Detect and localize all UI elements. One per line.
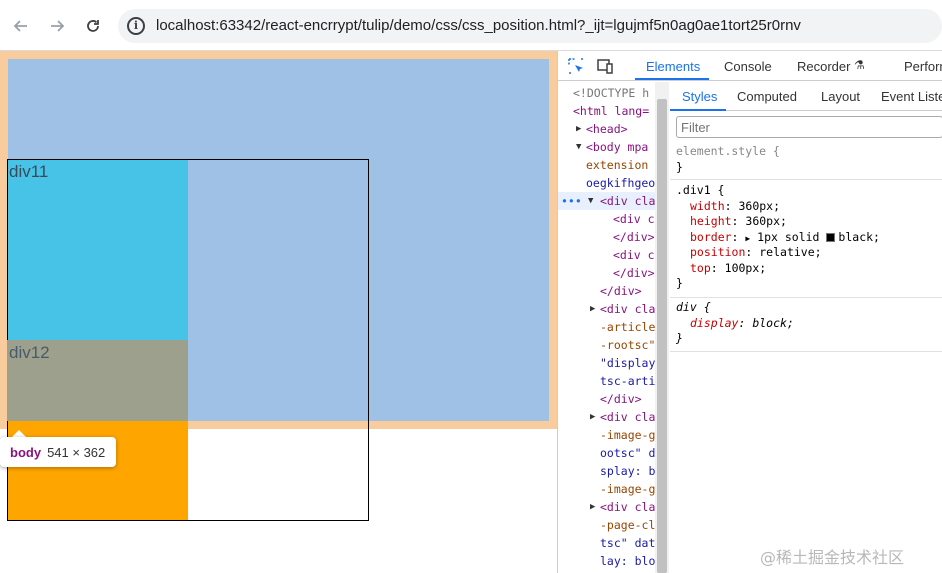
rule-selector: div { [676,300,711,314]
caret-down-icon[interactable]: ▼ [588,192,593,210]
rule-width[interactable]: width: 360px; [676,199,880,215]
tree-node[interactable]: splay: b [600,462,655,480]
tooltip-dims: 541 × 362 [47,445,106,460]
browser-toolbar: i localhost:63342/react-encrrypt/tulip/d… [0,0,942,51]
styles-filter-input[interactable]: Filter [676,116,942,138]
tooltip-arrow [12,430,26,437]
rule-divider [670,351,942,352]
tree-node[interactable]: <div c [613,246,655,264]
rule-close: } [676,331,683,345]
tree-node[interactable]: -image-g [600,480,655,498]
active-tab-indicator [635,78,709,80]
flask-icon: ⚗ [854,58,865,72]
page-viewport: div11 div12 body 541 × 362 [0,51,557,573]
rule-position[interactable]: position: relative; [676,245,880,261]
tree-node[interactable]: <head> [586,120,628,138]
rule-selector: .div1 { [676,183,725,197]
tree-node[interactable]: oegkifhgeo [586,174,655,192]
devtools-panel: Elements Console Recorder ⚗ Perform <!DO… [557,51,942,573]
tree-node[interactable]: <html lang= [573,102,649,120]
caret-right-icon[interactable]: ▶ [590,498,595,516]
rule-selector: element.style { [676,144,780,158]
tree-node[interactable]: tsc" dat [600,534,655,552]
rule-border[interactable]: border: ▶ 1px solid black; [676,230,880,246]
styles-tabs: Styles Computed Layout Event Liste [670,82,942,111]
styles-pane: Styles Computed Layout Event Liste Filte… [670,82,942,573]
tree-node[interactable]: </div> [613,228,655,246]
tree-node[interactable]: </div> [600,390,642,408]
div11-box: div11 [8,160,188,340]
tree-node[interactable]: extension [586,156,648,174]
tab-recorder[interactable]: Recorder [797,59,850,74]
caret-down-icon[interactable]: ▼ [576,138,581,156]
caret-right-icon[interactable]: ▶ [745,234,750,243]
caret-right-icon[interactable]: ▶ [590,300,595,318]
arrow-right-icon[interactable] [44,13,70,39]
tree-node[interactable]: <div cla [600,498,655,516]
inspect-tooltip: body 541 × 362 [0,437,116,467]
tree-node[interactable]: ootsc" d [600,444,655,462]
tree-node[interactable]: <div c [613,210,655,228]
arrow-left-icon[interactable] [8,13,34,39]
tree-node[interactable]: lay: blo [600,552,655,570]
caret-right-icon[interactable]: ▶ [590,408,595,426]
rule-close: } [676,276,683,290]
div-ua-rule: div { display: block; } [676,300,794,347]
scrollbar-thumb[interactable] [657,99,667,573]
inspect-element-icon[interactable] [567,57,585,75]
active-styles-tab-indicator [670,109,726,111]
rule-top[interactable]: top: 100px; [676,261,880,277]
elements-tree[interactable]: <!DOCTYPE h <html lang= ▶ <head> ▼ <body… [558,82,655,573]
reload-icon[interactable] [80,13,106,39]
rule-close: } [676,159,683,174]
color-swatch[interactable] [826,232,836,242]
rule-height[interactable]: height: 360px; [676,214,880,230]
tree-node[interactable]: </div> [613,264,655,282]
tree-node[interactable]: -page-cl [600,516,655,534]
tab-event-listeners[interactable]: Event Liste [881,89,942,104]
tab-layout[interactable]: Layout [821,89,860,104]
tree-node[interactable]: "display [600,354,655,372]
address-bar[interactable]: i localhost:63342/react-encrrypt/tulip/d… [118,9,942,43]
element-style-rule: element.style { } [676,144,780,175]
tab-performance[interactable]: Perform [904,59,942,74]
tab-computed[interactable]: Computed [737,89,797,104]
tooltip-tag: body [10,445,42,460]
device-toolbar-icon[interactable] [596,57,614,75]
tree-node[interactable]: <!DOCTYPE h [573,84,649,102]
tree-node[interactable]: -image-g [600,426,655,444]
rule-divider [670,297,942,298]
caret-right-icon[interactable]: ▶ [576,120,581,138]
tree-node[interactable]: <div cla [600,300,655,318]
body-content-overlay-part [188,160,368,421]
rule-divider [670,179,942,180]
site-info-icon[interactable]: i [127,17,145,35]
tab-console[interactable]: Console [724,59,772,74]
div11-label: div11 [9,162,49,181]
tab-styles[interactable]: Styles [682,89,717,104]
devtools-toolbar: Elements Console Recorder ⚗ Perform [558,51,942,81]
watermark: @稀土掘金技术社区 [760,548,905,567]
tree-node[interactable]: tsc-arti [600,372,655,390]
tree-node[interactable]: -rootsc" [600,336,655,354]
tree-node[interactable]: -article [600,318,655,336]
tab-elements[interactable]: Elements [646,59,700,74]
tree-node[interactable]: <div cla [600,192,655,210]
tree-node[interactable]: <div cla [600,408,655,426]
tree-node[interactable]: </div> [600,282,642,300]
tree-node[interactable]: <body mpa [586,138,648,156]
url-text[interactable]: localhost:63342/react-encrrypt/tulip/dem… [156,17,801,34]
rule-display: display: block; [690,315,794,330]
more-icon[interactable]: ••• [561,192,582,210]
div12-label: div12 [9,343,50,362]
div1-rule: .div1 { width: 360px; height: 360px; bor… [676,183,880,292]
